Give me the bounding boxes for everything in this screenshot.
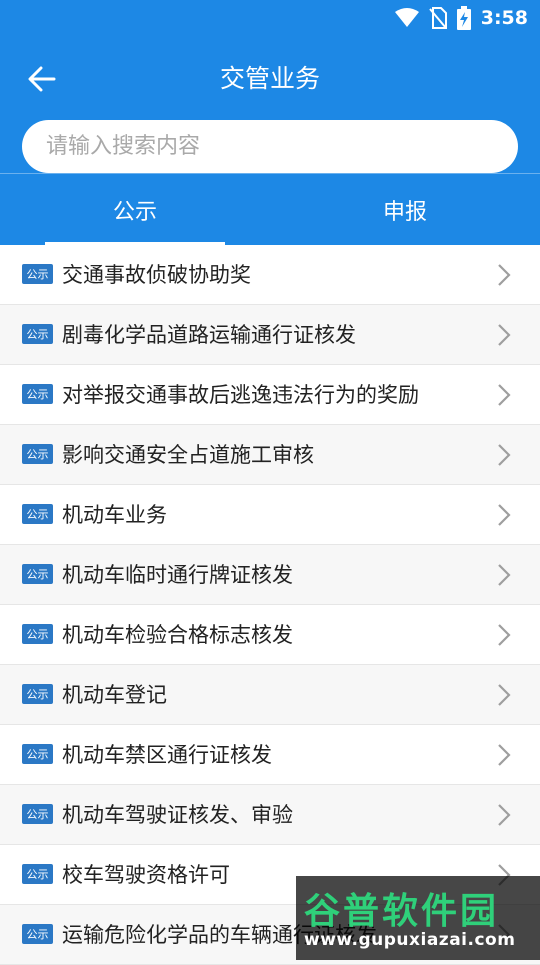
announcement-badge: 公示	[22, 444, 53, 464]
tab-bar: 公示 申报	[0, 173, 540, 246]
battery-charging-icon	[456, 6, 471, 30]
wifi-icon	[394, 8, 419, 27]
no-sim-icon	[428, 7, 447, 29]
announcement-badge: 公示	[22, 624, 53, 644]
chevron-right-icon	[498, 324, 511, 346]
chevron-right-icon	[498, 444, 511, 466]
chevron-right-icon	[498, 384, 511, 406]
status-bar: 3:58	[0, 0, 540, 36]
item-label: 机动车禁区通行证核发	[62, 743, 272, 767]
list-item[interactable]: 公示 机动车检验合格标志核发	[0, 605, 540, 665]
service-list: 公示 交通事故侦破协助奖 公示 剧毒化学品道路运输通行证核发 公示 对举报交通事…	[0, 245, 540, 965]
list-item[interactable]: 公示 对举报交通事故后逃逸违法行为的奖励	[0, 365, 540, 425]
announcement-badge: 公示	[22, 744, 53, 764]
announcement-badge: 公示	[22, 684, 53, 704]
item-label: 机动车登记	[62, 683, 167, 707]
tab-declaration[interactable]: 申报	[270, 174, 540, 246]
announcement-badge: 公示	[22, 324, 53, 344]
chevron-right-icon	[498, 264, 511, 286]
watermark-title: 谷普软件园	[304, 891, 500, 932]
chevron-right-icon	[498, 744, 511, 766]
nav-bar: 交管业务	[0, 50, 540, 108]
announcement-badge: 公示	[22, 924, 53, 944]
chevron-right-icon	[498, 804, 511, 826]
item-label: 机动车业务	[62, 503, 167, 527]
item-label: 交通事故侦破协助奖	[62, 263, 251, 287]
chevron-right-icon	[498, 624, 511, 646]
list-item[interactable]: 公示 机动车驾驶证核发、审验	[0, 785, 540, 845]
announcement-badge: 公示	[22, 804, 53, 824]
announcement-badge: 公示	[22, 384, 53, 404]
status-time: 3:58	[480, 7, 528, 29]
list-item[interactable]: 公示 机动车临时通行牌证核发	[0, 545, 540, 605]
item-label: 机动车临时通行牌证核发	[62, 563, 293, 587]
list-item[interactable]: 公示 机动车禁区通行证核发	[0, 725, 540, 785]
chevron-right-icon	[498, 684, 511, 706]
status-icons: 3:58	[394, 5, 528, 31]
list-item[interactable]: 公示 影响交通安全占道施工审核	[0, 425, 540, 485]
item-label: 剧毒化学品道路运输通行证核发	[62, 323, 356, 347]
chevron-right-icon	[498, 504, 511, 526]
list-item[interactable]: 公示 机动车业务	[0, 485, 540, 545]
announcement-badge: 公示	[22, 264, 53, 284]
announcement-badge: 公示	[22, 864, 53, 884]
watermark-logo: 谷普软件园 www.gupuxiazai.com	[296, 876, 540, 960]
item-label: 机动车驾驶证核发、审验	[62, 803, 293, 827]
list-item[interactable]: 公示 剧毒化学品道路运输通行证核发	[0, 305, 540, 365]
search-input[interactable]	[22, 120, 518, 173]
app-header: 3:58 交管业务 公示 申报	[0, 0, 540, 246]
chevron-right-icon	[498, 564, 511, 586]
list-item[interactable]: 公示 机动车登记	[0, 665, 540, 725]
announcement-badge: 公示	[22, 504, 53, 524]
tab-announcement[interactable]: 公示	[0, 174, 270, 246]
item-label: 校车驾驶资格许可	[62, 863, 230, 887]
list-item[interactable]: 公示 交通事故侦破协助奖	[0, 245, 540, 305]
announcement-badge: 公示	[22, 564, 53, 584]
watermark-url: www.gupuxiazai.com	[304, 930, 516, 950]
item-label: 机动车检验合格标志核发	[62, 623, 293, 647]
item-label: 影响交通安全占道施工审核	[62, 443, 314, 467]
page-title: 交管业务	[219, 64, 320, 93]
item-label: 对举报交通事故后逃逸违法行为的奖励	[62, 383, 419, 407]
